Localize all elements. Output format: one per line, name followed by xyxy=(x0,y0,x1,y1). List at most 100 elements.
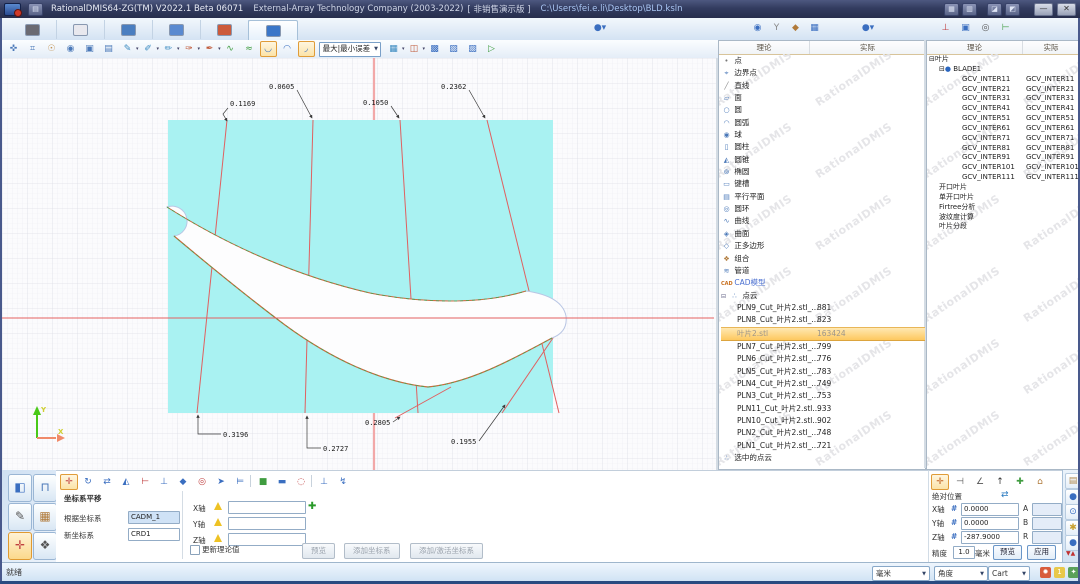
close-button[interactable]: ✕ xyxy=(1057,3,1076,16)
feature-item[interactable]: ▱ 面 xyxy=(721,92,925,104)
section-item[interactable]: GCV_INTER31GCV_INTER31 xyxy=(929,94,1079,104)
tools-button[interactable]: ❖ xyxy=(33,532,57,560)
home-icon[interactable]: ⌂ xyxy=(1031,474,1049,490)
cloud-item[interactable]: PLN4_Cut_叶片2.stl_...749 xyxy=(721,378,925,390)
export-a-icon[interactable]: ▩ xyxy=(426,41,443,57)
coordinate-button[interactable]: ✛ xyxy=(8,532,32,560)
chevron-down-icon[interactable]: ▾ xyxy=(136,46,139,52)
selected-cloud-item[interactable]: ∴ 选中的点云 xyxy=(721,452,925,464)
blade-root-item[interactable]: ⊟叶片 xyxy=(929,55,1079,65)
pos-ref-icon[interactable]: ⊣ xyxy=(951,474,969,490)
strip-scroll-arrows[interactable]: ▼▲ xyxy=(1066,550,1075,557)
cloud-item[interactable]: PLN2_Cut_叶片2.stl_...748 xyxy=(721,427,925,439)
chevron-down-icon[interactable]: ▾ xyxy=(157,46,160,52)
cs-cube-icon[interactable]: ◆ xyxy=(174,474,192,490)
precision-field[interactable]: 1.0 xyxy=(953,546,975,559)
viewport[interactable]: 0.11690.06050.10500.23620.31960.27270.28… xyxy=(2,58,717,470)
export-b-icon[interactable]: ▧ xyxy=(445,41,462,57)
cs-path-icon[interactable]: ↯ xyxy=(334,474,352,490)
camera-icon[interactable]: ◎ xyxy=(978,22,993,35)
section-item[interactable]: GCV_INTER81GCV_INTER81 xyxy=(929,144,1079,154)
chevron-down-icon[interactable]: ▾ xyxy=(198,46,201,52)
curve-b-icon[interactable]: ≈ xyxy=(241,41,258,57)
add-icon[interactable]: ✚ xyxy=(308,501,316,512)
pan-icon[interactable]: ✜ xyxy=(5,41,22,57)
robot-status-icon[interactable]: ✹ xyxy=(1040,567,1051,578)
profile-lower-icon[interactable]: ◞ xyxy=(298,41,315,57)
tab-program[interactable] xyxy=(152,20,201,39)
feature-item[interactable]: ○ 圆 xyxy=(721,104,925,116)
tab-evaluate[interactable] xyxy=(200,20,249,39)
layout-b-icon[interactable]: ▥ xyxy=(962,3,977,16)
tab-report[interactable] xyxy=(56,20,105,39)
chevron-down-icon[interactable]: ▾ xyxy=(422,46,425,52)
analysis-item[interactable]: 单开口叶片 xyxy=(929,193,1079,203)
swap-arrows-icon[interactable]: ⇄ xyxy=(1001,490,1009,500)
axes-icon[interactable]: ⊥ xyxy=(938,22,953,35)
collapse-icon[interactable]: ⊟ xyxy=(929,55,935,63)
cloud-item[interactable]: 叶片2.stl163424 xyxy=(721,327,925,341)
snapshot-icon[interactable]: ▣ xyxy=(81,41,98,57)
section-item[interactable]: GCV_INTER101GCV_INTER101 xyxy=(929,163,1079,173)
machine-button[interactable]: ◧ xyxy=(8,474,32,502)
coord-select[interactable]: Cart▼ xyxy=(988,566,1030,581)
cs-measure-icon[interactable]: ◎ xyxy=(193,474,211,490)
unit-select[interactable]: 毫米▼ xyxy=(872,566,930,581)
analysis-item[interactable]: 叶片分段 xyxy=(929,222,1079,232)
feature-item[interactable]: ▤ 平行平面 xyxy=(721,191,925,203)
cs-301-icon[interactable]: ⊨ xyxy=(231,474,249,490)
main-canvas[interactable]: 0.11690.06050.10500.23620.31960.27270.28… xyxy=(2,58,716,470)
preview-button[interactable]: 预览 xyxy=(302,543,335,559)
cs-rotate-icon[interactable]: ↻ xyxy=(79,474,97,490)
cloud-item[interactable]: PLN5_Cut_叶片2.stl_...783 xyxy=(721,366,925,378)
point-cloud-root[interactable]: ⊟∴ 点云 xyxy=(721,290,925,302)
section-item[interactable]: GCV_INTER11GCV_INTER11 xyxy=(929,75,1079,85)
joystick-icon[interactable]: ↑ xyxy=(991,474,1009,490)
screen-icon[interactable]: ▤ xyxy=(100,41,117,57)
aux-value-field[interactable] xyxy=(1032,503,1062,516)
grid-icon[interactable]: ▦ xyxy=(807,22,822,35)
cs-move-icon[interactable]: ➤ xyxy=(212,474,230,490)
actual-column-header[interactable]: 实际 xyxy=(810,41,925,54)
position-value-field[interactable]: -287.9000 xyxy=(961,531,1019,544)
new-cs-field[interactable]: CRD1 xyxy=(128,528,180,541)
feature-item[interactable]: ≋ 管道 xyxy=(721,265,925,277)
error-mode-dropdown[interactable]: 最大|最小误差▼ xyxy=(319,42,381,57)
profile-upper-icon[interactable]: ◡ xyxy=(260,41,277,57)
grid-view-icon[interactable]: ▦ xyxy=(385,41,402,57)
tab-model[interactable] xyxy=(248,20,298,40)
section-item[interactable]: GCV_INTER51GCV_INTER51 xyxy=(929,114,1079,124)
cloud-item[interactable]: PLN9_Cut_叶片2.stl_...881 xyxy=(721,302,925,314)
position-value-field[interactable]: 0.0000 xyxy=(961,503,1019,516)
tab-view[interactable] xyxy=(104,20,153,39)
feature-item[interactable]: • 点 xyxy=(721,55,925,67)
layout-a-icon[interactable]: ▦ xyxy=(944,3,959,16)
feature-item[interactable]: ▭ 键槽 xyxy=(721,178,925,190)
position-value-field[interactable]: 0.0000 xyxy=(961,517,1019,530)
shield-icon[interactable]: ◉ xyxy=(750,22,765,35)
section-b-icon[interactable]: ✐ xyxy=(140,41,157,57)
blade-view-blob-icon[interactable]: ●▾ xyxy=(856,22,880,35)
aux-value-field[interactable] xyxy=(1032,531,1062,544)
cs-prp-icon[interactable]: ⊥ xyxy=(315,474,333,490)
cs-origin-icon[interactable]: ⊥ xyxy=(155,474,173,490)
feature-item[interactable]: ⊚ 椭圆 xyxy=(721,166,925,178)
feature-item[interactable]: ⌖ 边界点 xyxy=(721,67,925,79)
image-icon[interactable]: ▣ xyxy=(958,22,973,35)
feature-item[interactable]: ◈ 曲面 xyxy=(721,228,925,240)
cs-axis-icon[interactable]: ⊢ xyxy=(136,474,154,490)
cs-swap-icon[interactable]: ⇄ xyxy=(98,474,116,490)
section-item[interactable]: GCV_INTER111GCV_INTER111 xyxy=(929,173,1079,183)
features-view-blob-icon[interactable]: ●▾ xyxy=(588,22,612,35)
feature-item[interactable]: ❖ 组合 xyxy=(721,253,925,265)
toolbox-button[interactable]: ▦ xyxy=(33,503,57,531)
preview-button[interactable]: 预览 xyxy=(993,545,1022,560)
feature-item[interactable]: ◉ 球 xyxy=(721,129,925,141)
cloud-item[interactable]: PLN11_Cut_叶片2.stl...933 xyxy=(721,403,925,415)
tab-output[interactable] xyxy=(8,20,57,39)
filter-icon[interactable]: Y xyxy=(769,22,784,35)
x-axis-field[interactable] xyxy=(228,501,306,514)
analysis-item[interactable]: 开口叶片 xyxy=(929,183,1079,193)
feature-item[interactable]: ◭ 圆锥 xyxy=(721,154,925,166)
section-item[interactable]: GCV_INTER41GCV_INTER41 xyxy=(929,104,1079,114)
